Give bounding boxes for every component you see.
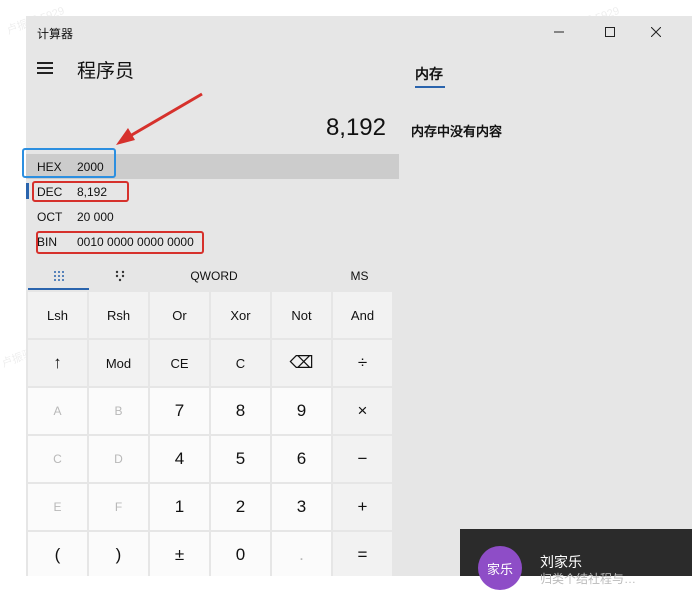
keypad-tabs: QWORD MS	[26, 262, 399, 290]
selected-indicator	[26, 183, 29, 199]
digit-7-button[interactable]: 7	[150, 388, 209, 434]
tab-memory-store[interactable]: MS	[326, 262, 393, 290]
tab-full-keypad[interactable]	[28, 262, 89, 290]
maximize-button[interactable]	[587, 16, 633, 48]
backspace-button[interactable]: ⌫	[272, 340, 331, 386]
mode-title: 程序员	[77, 61, 135, 82]
annotation-box-bin	[36, 231, 204, 254]
and-button[interactable]: And	[333, 292, 392, 338]
lsh-button[interactable]: Lsh	[28, 292, 87, 338]
close-paren-button[interactable]: )	[89, 532, 148, 576]
digit-8-button[interactable]: 8	[211, 388, 270, 434]
hex-c-button[interactable]: C	[28, 436, 87, 482]
app-title: 计算器	[37, 27, 74, 41]
hex-b-button[interactable]: B	[89, 388, 148, 434]
memory-tab-underline	[415, 86, 445, 88]
negate-button[interactable]: ±	[150, 532, 209, 576]
digit-3-button[interactable]: 3	[272, 484, 331, 530]
radix-oct[interactable]: OCT 20 000	[26, 204, 399, 229]
maximize-icon	[605, 27, 615, 37]
hex-a-button[interactable]: A	[28, 388, 87, 434]
subtract-button[interactable]: −	[333, 436, 392, 482]
radix-value: 20 000	[77, 210, 114, 224]
notification-name: 刘家乐	[540, 554, 582, 570]
tab-bit-toggle[interactable]	[89, 262, 150, 290]
open-paren-button[interactable]: (	[28, 532, 87, 576]
calculator-window: 计算器 程序员 8,192 HEX 2000 DEC 8,192 OCT 20 …	[26, 16, 692, 576]
avatar: 家乐	[478, 546, 522, 590]
radix-label: OCT	[37, 210, 63, 224]
digit-9-button[interactable]: 9	[272, 388, 331, 434]
title-bar: 计算器	[26, 16, 692, 48]
notification-text: 归类个结社程与…	[540, 572, 637, 586]
hex-f-button[interactable]: F	[89, 484, 148, 530]
mod-button[interactable]: Mod	[89, 340, 148, 386]
keypad-icon	[53, 271, 64, 281]
equals-button[interactable]: =	[333, 532, 392, 576]
minimize-icon	[554, 31, 564, 33]
close-icon	[651, 27, 661, 37]
digit-0-button[interactable]: 0	[211, 532, 270, 576]
or-button[interactable]: Or	[150, 292, 209, 338]
divide-button[interactable]: ÷	[333, 340, 392, 386]
close-button[interactable]	[633, 16, 679, 48]
rsh-button[interactable]: Rsh	[89, 292, 148, 338]
hex-e-button[interactable]: E	[28, 484, 87, 530]
digit-1-button[interactable]: 1	[150, 484, 209, 530]
digit-5-button[interactable]: 5	[211, 436, 270, 482]
memory-empty-text: 内存中没有内容	[411, 124, 503, 139]
digit-6-button[interactable]: 6	[272, 436, 331, 482]
decimal-button[interactable]: .	[272, 532, 331, 576]
bit-toggle-icon	[115, 270, 124, 282]
chat-notification[interactable]: 家乐 刘家乐 归类个结社程与…	[460, 529, 692, 590]
digit-4-button[interactable]: 4	[150, 436, 209, 482]
shift-up-button[interactable]: ↑	[28, 340, 87, 386]
clear-entry-button[interactable]: CE	[150, 340, 209, 386]
minimize-button[interactable]	[536, 16, 582, 48]
hex-d-button[interactable]: D	[89, 436, 148, 482]
menu-icon[interactable]	[37, 61, 53, 75]
multiply-button[interactable]: ×	[333, 388, 392, 434]
tab-word-size[interactable]: QWORD	[150, 262, 278, 290]
display-value: 8,192	[325, 114, 386, 141]
annotation-box-dec	[32, 181, 129, 202]
clear-button[interactable]: C	[211, 340, 270, 386]
memory-tab[interactable]: 内存	[415, 64, 443, 84]
annotation-box-hex	[22, 148, 116, 178]
digit-2-button[interactable]: 2	[211, 484, 270, 530]
xor-button[interactable]: Xor	[211, 292, 270, 338]
add-button[interactable]: +	[333, 484, 392, 530]
not-button[interactable]: Not	[272, 292, 331, 338]
